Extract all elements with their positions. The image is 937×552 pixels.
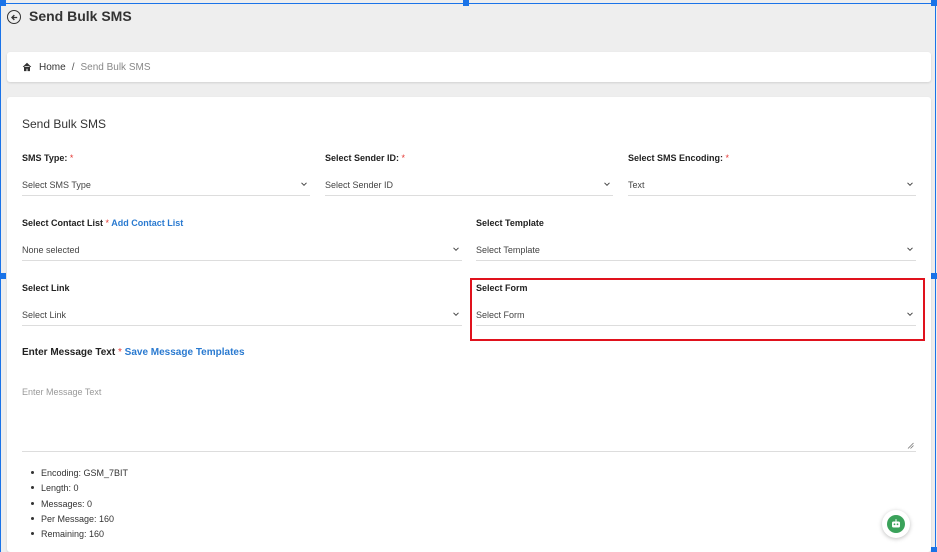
sender-id-select[interactable]: Select Sender ID [325,174,613,196]
link-field: Select Link Select Link [22,283,462,327]
message-textarea[interactable]: Enter Message Text [22,374,916,452]
template-select[interactable]: Select Template [476,239,916,261]
resize-grip-icon[interactable] [907,442,914,449]
template-field: Select Template Select Template [476,218,916,262]
stat-encoding: Encoding: GSM_7BIT [29,467,128,482]
contact-list-select[interactable]: None selected [22,239,462,261]
page-title: Send Bulk SMS [29,8,132,24]
resize-handle-bottom-right[interactable] [931,547,937,552]
chevron-down-icon [907,182,913,187]
form-title: Send Bulk SMS [22,117,107,131]
add-contact-list-link[interactable]: Add Contact List [111,218,183,228]
chevron-down-icon [604,182,610,187]
top-bar: Send Bulk SMS [0,0,937,36]
contact-list-label: Select Contact List * Add Contact List [22,218,184,228]
breadcrumb: Home / Send Bulk SMS [7,52,931,82]
link-select[interactable]: Select Link [22,304,462,326]
sms-encoding-field: Select SMS Encoding: * Text [628,153,916,197]
message-stats-list: Encoding: GSM_7BIT Length: 0 Messages: 0… [29,467,128,543]
stat-messages: Messages: 0 [29,498,128,513]
chevron-down-icon [453,312,459,317]
sms-type-select[interactable]: Select SMS Type [22,174,310,196]
stat-remaining: Remaining: 160 [29,528,128,543]
resize-handle-middle-left[interactable] [0,273,6,279]
save-message-templates-link[interactable]: Save Message Templates [125,347,245,358]
link-label: Select Link [22,283,70,293]
sms-encoding-select[interactable]: Text [628,174,916,196]
chatbot-button[interactable] [882,510,910,538]
sms-type-field: SMS Type: * Select SMS Type [22,153,310,197]
back-arrow-icon[interactable] [7,10,21,24]
message-placeholder: Enter Message Text [22,387,102,397]
sender-id-field: Select Sender ID: * Select Sender ID [325,153,613,197]
chevron-down-icon [453,247,459,252]
stat-per-message: Per Message: 160 [29,513,128,528]
breadcrumb-current: Send Bulk SMS [80,61,151,73]
contact-list-field: Select Contact List * Add Contact List N… [22,218,462,262]
resize-handle-middle-right[interactable] [931,273,937,279]
robot-icon [887,515,905,533]
sender-id-label: Select Sender ID: * [325,153,406,163]
template-label: Select Template [476,218,544,228]
message-label: Enter Message Text * Save Message Templa… [22,347,245,358]
sms-encoding-label: Select SMS Encoding: * [628,153,730,163]
stat-length: Length: 0 [29,482,128,497]
breadcrumb-home-link[interactable]: Home [39,62,66,73]
chevron-down-icon [301,182,307,187]
sms-type-label: SMS Type: * [22,153,74,163]
select-form-highlight [470,278,925,341]
breadcrumb-separator: / [71,61,75,73]
chevron-down-icon [907,247,913,252]
home-icon[interactable] [22,62,32,72]
